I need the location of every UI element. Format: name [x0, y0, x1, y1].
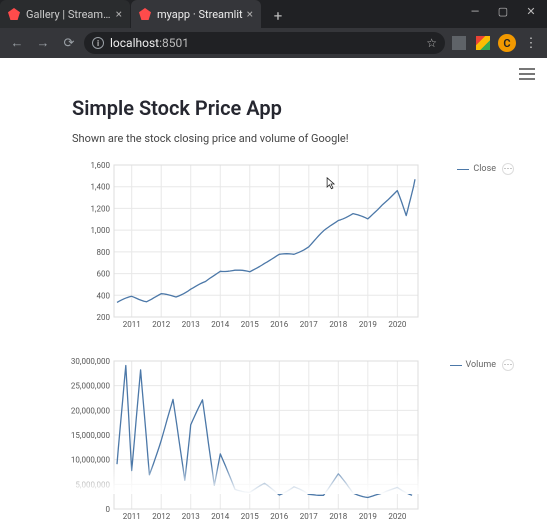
nav-forward-button[interactable]: → — [32, 32, 54, 54]
svg-text:5,000,000: 5,000,000 — [75, 480, 110, 489]
nav-reload-button[interactable]: ⟳ — [58, 32, 80, 54]
streamlit-page: Simple Stock Price App Shown are the sto… — [0, 58, 547, 494]
svg-text:2018: 2018 — [329, 320, 347, 329]
svg-text:30,000,000: 30,000,000 — [71, 357, 111, 366]
avatar-letter: C — [498, 34, 516, 52]
window-close[interactable]: ✕ — [517, 0, 545, 22]
chart-legend: Close ⋯ — [457, 163, 514, 175]
svg-text:2016: 2016 — [270, 320, 288, 329]
bookmark-star-icon[interactable]: ☆ — [426, 36, 437, 50]
svg-text:2015: 2015 — [241, 320, 259, 329]
svg-text:2020: 2020 — [388, 512, 406, 521]
svg-text:2017: 2017 — [300, 320, 318, 329]
legend-line-icon — [457, 169, 469, 170]
svg-text:25,000,000: 25,000,000 — [71, 382, 111, 391]
streamlit-menu-button[interactable] — [519, 68, 535, 80]
svg-text:2019: 2019 — [359, 512, 377, 521]
chart-options-button[interactable]: ⋯ — [502, 359, 514, 371]
svg-text:1,600: 1,600 — [90, 161, 110, 170]
tab-gallery[interactable]: Gallery | Streamlit — The fastest × — [0, 0, 130, 28]
window-minimize[interactable]: — — [461, 0, 489, 22]
svg-text:1,200: 1,200 — [90, 204, 110, 213]
chart-legend: Volume ⋯ — [450, 359, 514, 371]
tab-myapp[interactable]: myapp · Streamlit × — [131, 0, 261, 28]
profile-avatar[interactable]: C — [497, 33, 517, 53]
svg-text:2011: 2011 — [123, 512, 141, 521]
legend-line-icon — [450, 365, 462, 366]
streamlit-icon — [139, 8, 151, 20]
svg-text:1,400: 1,400 — [90, 183, 110, 192]
svg-text:1,000: 1,000 — [90, 226, 110, 235]
svg-text:400: 400 — [97, 291, 111, 300]
chart-options-button[interactable]: ⋯ — [502, 163, 514, 175]
streamlit-icon — [8, 8, 20, 20]
window-maximize[interactable]: ▢ — [489, 0, 517, 22]
new-tab-button[interactable]: + — [266, 4, 290, 28]
url-input[interactable]: i localhost:8501 ☆ — [84, 32, 445, 54]
extension-icon[interactable] — [473, 33, 493, 53]
chart-svg: 0 5,000,000 10,000,000 15,000,000 20,000,000… — [72, 355, 422, 523]
url-host: localhost — [110, 36, 159, 50]
legend-label: Close — [473, 164, 496, 174]
svg-text:2013: 2013 — [182, 320, 200, 329]
svg-text:2018: 2018 — [329, 512, 347, 521]
svg-text:600: 600 — [97, 270, 111, 279]
svg-text:2020: 2020 — [388, 320, 406, 329]
svg-text:2019: 2019 — [359, 320, 377, 329]
window-controls: — ▢ ✕ — [459, 0, 547, 22]
chart-svg: 200 400 600 800 1,000 1,200 1,400 1,600 2011 2012… — [72, 159, 422, 331]
tabstrip-row: Gallery | Streamlit — The fastest × myap… — [0, 0, 547, 28]
svg-text:2017: 2017 — [300, 512, 318, 521]
svg-text:2014: 2014 — [211, 512, 229, 521]
svg-text:800: 800 — [97, 248, 111, 257]
svg-text:2011: 2011 — [123, 320, 141, 329]
address-bar: ← → ⟳ i localhost:8501 ☆ C ⋮ — [0, 28, 547, 58]
svg-text:2013: 2013 — [182, 512, 200, 521]
chart-close-price[interactable]: Close ⋯ 2004006008001,0001,2001,4001,600… — [72, 159, 472, 335]
tab-title: Gallery | Streamlit — The fastest — [26, 8, 112, 21]
site-info-icon[interactable]: i — [92, 37, 104, 49]
svg-text:2012: 2012 — [152, 512, 170, 521]
page-subtitle: Shown are the stock closing price and vo… — [72, 132, 517, 145]
svg-text:15,000,000: 15,000,000 — [71, 431, 111, 440]
legend-label: Volume — [466, 360, 496, 370]
extension-icon[interactable] — [449, 33, 469, 53]
svg-text:20,000,000: 20,000,000 — [71, 406, 111, 415]
svg-text:10,000,000: 10,000,000 — [71, 456, 111, 465]
page-content: Simple Stock Price App Shown are the sto… — [0, 58, 547, 527]
svg-text:2016: 2016 — [270, 512, 288, 521]
browser-chrome: Gallery | Streamlit — The fastest × myap… — [0, 0, 547, 58]
svg-text:2015: 2015 — [241, 512, 259, 521]
chart-volume[interactable]: Volume ⋯ 05,000,00010,000,00015,000,0002… — [72, 355, 472, 527]
svg-text:0: 0 — [106, 505, 111, 514]
page-title: Simple Stock Price App — [72, 96, 517, 120]
url-port: :8501 — [159, 36, 189, 50]
tab-strip: Gallery | Streamlit — The fastest × myap… — [0, 0, 459, 28]
chrome-menu-button[interactable]: ⋮ — [521, 33, 541, 53]
tab-title: myapp · Streamlit — [157, 8, 243, 21]
svg-text:2012: 2012 — [152, 320, 170, 329]
svg-text:200: 200 — [97, 313, 111, 322]
close-icon[interactable]: × — [243, 7, 253, 21]
svg-text:2014: 2014 — [211, 320, 229, 329]
nav-back-button[interactable]: ← — [6, 32, 28, 54]
close-icon[interactable]: × — [112, 7, 122, 21]
